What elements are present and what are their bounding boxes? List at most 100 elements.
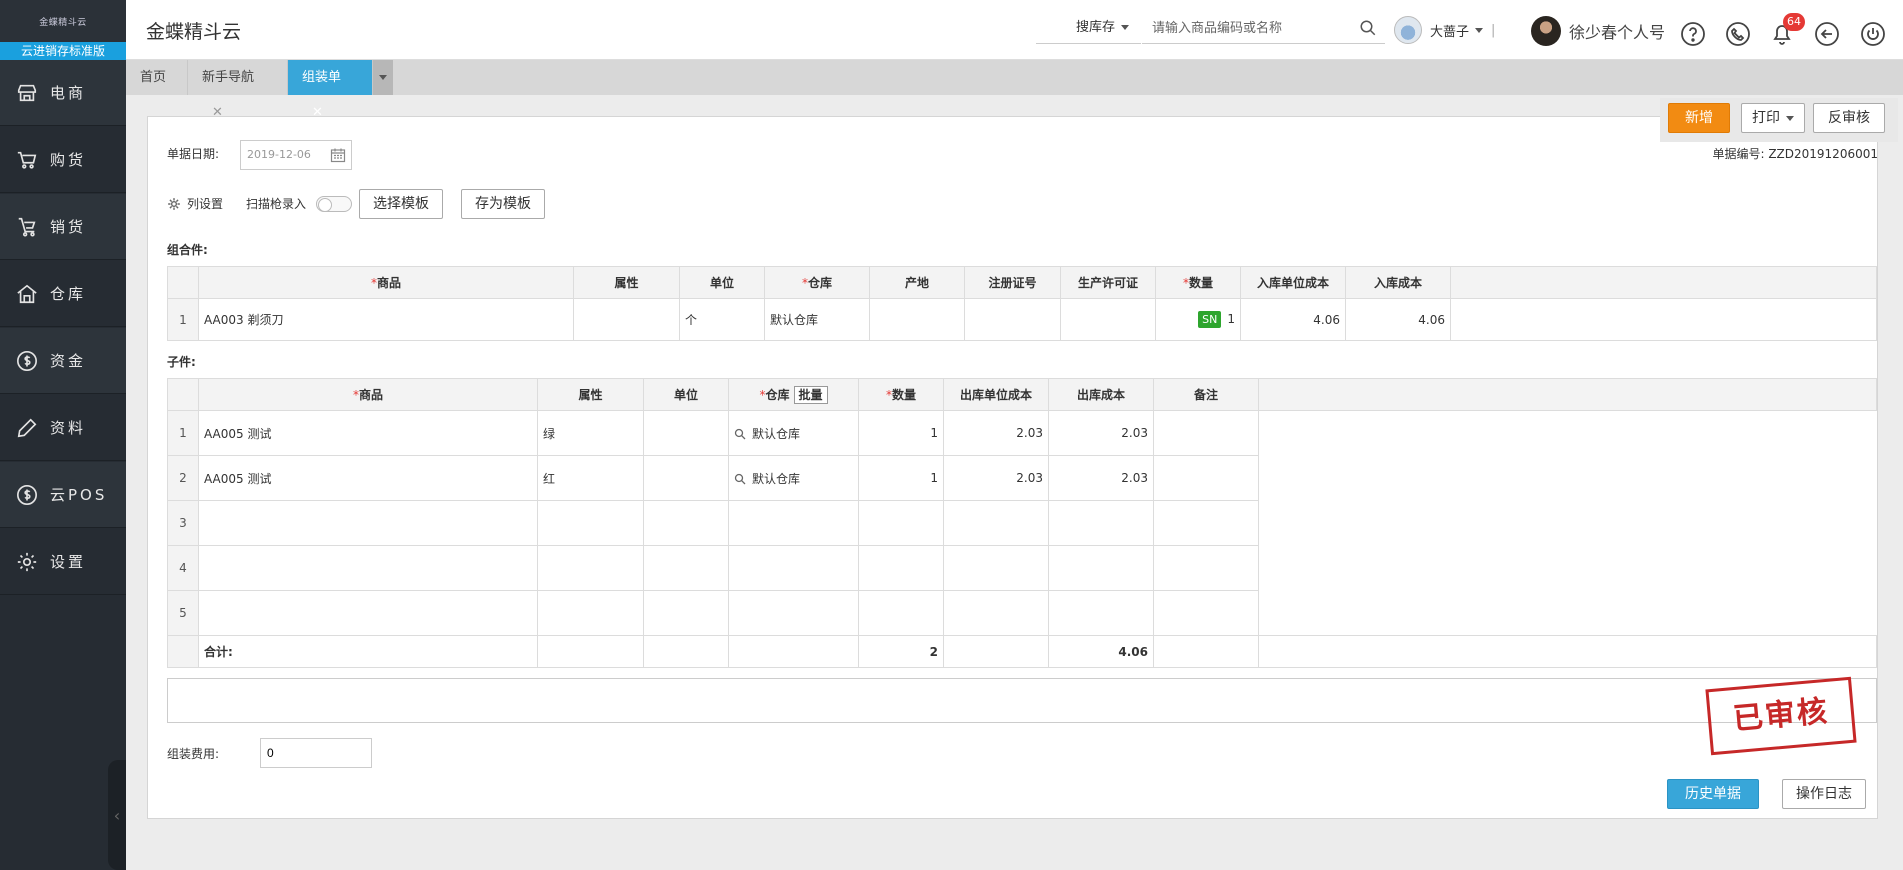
table-row[interactable]: 4 [167,545,1877,591]
tab-guide[interactable]: 新手导航✕ [188,60,288,120]
table-row[interactable]: 1 AA005 测试绿默认仓库 1 2.03 2.03 [167,410,1877,456]
filler-cell [1258,590,1877,636]
unit-cell[interactable] [643,455,729,501]
table-row[interactable]: 3 [167,500,1877,546]
warehouse-cell[interactable] [728,545,859,591]
tab-home[interactable]: 首页 [126,60,188,95]
unit-cell[interactable] [643,590,729,636]
date-field[interactable]: 2019-12-06 [240,140,352,170]
table-row[interactable]: 1 AA003 剃须刀 个 默认仓库 SN 1 4.06 4.06 [167,298,1877,341]
note-cell[interactable] [1153,545,1259,591]
sidebar-item-data[interactable]: 资料 [0,395,126,461]
attr-cell[interactable] [537,590,644,636]
save-template-button[interactable]: 存为模板 [461,189,545,219]
attr-cell[interactable] [573,298,680,341]
sidebar-item-ecommerce[interactable]: 电商 [0,60,126,126]
back-icon[interactable] [1814,21,1840,47]
search-scope-select[interactable]: 搜库存 [1036,12,1141,44]
unit-cost-cell[interactable]: 2.03 [943,410,1049,456]
product-cell[interactable] [198,590,538,636]
batch-button[interactable]: 批量 [793,385,828,404]
search-icon[interactable] [1359,19,1377,37]
unit-cell[interactable] [643,500,729,546]
brand-bar: 金蝶精斗云 [0,0,126,42]
cost-cell[interactable] [1048,590,1154,636]
unit-cell[interactable] [643,410,729,456]
sn-badge[interactable]: SN [1198,311,1222,328]
bell-icon[interactable]: 64 [1769,13,1805,47]
product-cell[interactable] [198,500,538,546]
cost-cell[interactable]: 2.03 [1048,410,1154,456]
search-icon[interactable] [734,473,746,485]
sidebar-item-warehouse[interactable]: 仓库 [0,261,126,327]
calendar-icon[interactable] [330,147,346,163]
qty-cell[interactable]: SN 1 [1155,298,1241,341]
column-settings[interactable]: 列设置 [167,195,223,212]
unaudit-button[interactable]: 反审核 [1813,103,1885,133]
product-cell[interactable]: AA005 测试 [198,410,538,456]
cost-cell[interactable]: 2.03 [1048,455,1154,501]
new-button[interactable]: 新增 [1668,103,1730,133]
warehouse-cell[interactable] [728,590,859,636]
sidebar-item-funds[interactable]: 资金 [0,328,126,394]
scan-toggle[interactable] [316,196,352,212]
search-input[interactable] [1142,12,1342,44]
sidebar-item-sales[interactable]: 销货 [0,194,126,260]
qty-cell[interactable] [858,545,944,591]
search-icon[interactable] [734,428,746,440]
sidebar-item-pos[interactable]: 云POS [0,462,126,528]
license-cell[interactable] [1060,298,1156,341]
power-icon[interactable] [1860,21,1886,47]
attr-cell[interactable] [537,545,644,591]
product-cell[interactable] [198,545,538,591]
tab-more-button[interactable] [373,60,393,95]
cost-cell[interactable]: 4.06 [1345,298,1451,341]
origin-cell[interactable] [869,298,965,341]
reg-no-cell[interactable] [964,298,1061,341]
print-button[interactable]: 打印 [1741,103,1805,133]
warehouse-cell[interactable]: 默认仓库 [764,298,870,341]
qty-cell[interactable]: 1 [858,455,944,501]
product-cell[interactable]: AA003 剃须刀 [198,298,574,341]
qty-cell[interactable]: 1 [858,410,944,456]
unit-cell[interactable] [643,545,729,591]
choose-template-button[interactable]: 选择模板 [359,189,443,219]
help-icon[interactable] [1680,21,1706,47]
tab-assembly[interactable]: 组装单✕ [288,60,373,120]
qty-cell[interactable] [858,500,944,546]
cost-cell[interactable] [1048,500,1154,546]
remark-field[interactable] [167,678,1877,723]
note-cell[interactable] [1153,410,1259,456]
chevron-down-icon [1475,27,1484,33]
unit-cost-cell[interactable] [943,590,1049,636]
warehouse-cell[interactable]: 默认仓库 [728,455,859,501]
cost-cell[interactable] [1048,545,1154,591]
unit-cost-cell[interactable]: 4.06 [1240,298,1346,341]
warehouse-cell[interactable] [728,500,859,546]
column-header [167,378,199,411]
qty-cell[interactable] [858,590,944,636]
table-row[interactable]: 2 AA005 测试红默认仓库 1 2.03 2.03 [167,455,1877,501]
unit-cell[interactable]: 个 [679,298,765,341]
history-button[interactable]: 历史单据 [1667,779,1759,809]
note-cell[interactable] [1153,500,1259,546]
attr-cell[interactable]: 红 [537,455,644,501]
operation-log-button[interactable]: 操作日志 [1782,779,1866,809]
sidebar-item-settings[interactable]: 设置 [0,529,126,595]
warehouse-cell[interactable]: 默认仓库 [728,410,859,456]
attr-cell[interactable] [537,500,644,546]
assembly-fee-input[interactable] [260,738,372,768]
phone-icon[interactable] [1725,21,1751,47]
unit-cost-cell[interactable] [943,545,1049,591]
note-cell[interactable] [1153,590,1259,636]
unit-cost-cell[interactable] [943,500,1049,546]
unit-cost-cell[interactable]: 2.03 [943,455,1049,501]
attr-cell[interactable]: 绿 [537,410,644,456]
sidebar-collapse-handle[interactable]: ‹ [108,760,126,870]
sidebar-item-purchase[interactable]: 购货 [0,127,126,193]
tenant-switcher[interactable]: 大蔷子 | [1394,16,1495,44]
user-profile[interactable]: 徐少春个人号 [1531,16,1665,46]
note-cell[interactable] [1153,455,1259,501]
product-cell[interactable]: AA005 测试 [198,455,538,501]
table-row[interactable]: 5 [167,590,1877,636]
